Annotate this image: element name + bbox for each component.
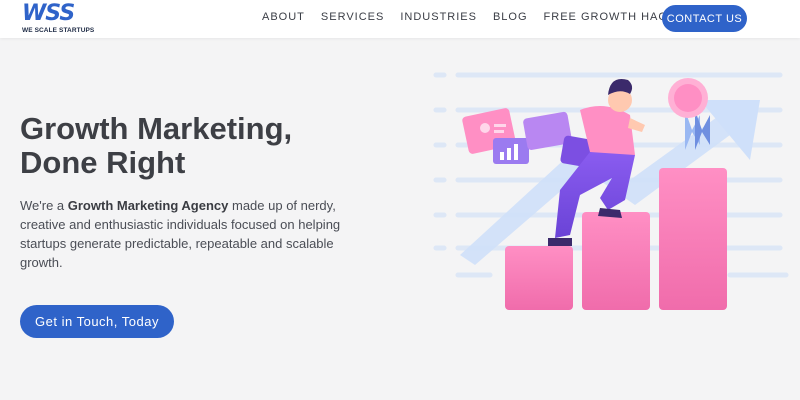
hero-desc-prefix: We're a <box>20 198 68 213</box>
contact-us-button[interactable]: CONTACT US <box>662 5 747 32</box>
nav-item-about[interactable]: ABOUT <box>262 11 305 23</box>
logo[interactable]: WSS WE SCALE STARTUPS <box>22 1 102 36</box>
hero-desc-bold: Growth Marketing Agency <box>67 198 229 213</box>
bar-large <box>659 168 727 310</box>
nav-item-blog[interactable]: BLOG <box>493 11 528 23</box>
bar-medium <box>582 212 650 310</box>
site-header: WSS WE SCALE STARTUPS ABOUT SERVICES IND… <box>0 0 800 38</box>
get-in-touch-button[interactable]: Get in Touch, Today <box>20 305 174 338</box>
bar-small <box>505 246 573 310</box>
hero-title-line-1: Growth Marketing, <box>20 111 293 146</box>
hero-illustration <box>430 60 790 320</box>
logo-tagline: WE SCALE STARTUPS <box>22 27 95 34</box>
logo-mark: WSS <box>22 1 75 26</box>
hero-title: Growth Marketing, Done Right <box>20 112 400 180</box>
nav-item-services[interactable]: SERVICES <box>321 11 384 23</box>
hero-title-line-2: Done Right <box>20 145 186 180</box>
chart-card-icon <box>493 138 529 164</box>
growth-illustration <box>433 72 789 310</box>
main-nav: ABOUT SERVICES INDUSTRIES BLOG FREE GROW… <box>262 11 700 23</box>
nav-item-industries[interactable]: INDUSTRIES <box>400 11 477 23</box>
hero-description: We're a Growth Marketing Agency made up … <box>20 196 350 272</box>
